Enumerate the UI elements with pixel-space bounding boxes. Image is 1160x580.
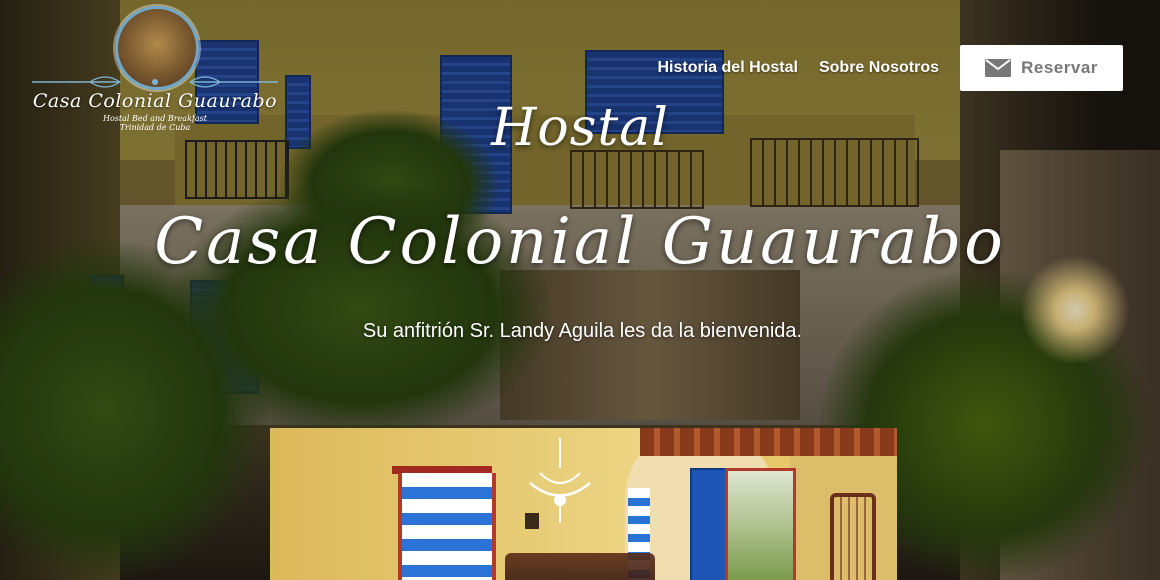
reserve-button[interactable]: Reservar xyxy=(960,45,1123,91)
room-ceiling-beams xyxy=(640,428,897,456)
room-photo xyxy=(270,428,897,580)
reserve-button-label: Reservar xyxy=(1021,58,1098,77)
hero-title-line-2: Casa Colonial Guaurabo xyxy=(154,205,1006,279)
hero-subtitle: Su anfitrión Sr. Landy Aguila les da la … xyxy=(362,320,803,342)
rocking-chair xyxy=(830,493,876,580)
hero-title-line-1: Hostal xyxy=(491,98,669,158)
doorway xyxy=(725,468,796,580)
nav-link-sobre-nosotros[interactable]: Sobre Nosotros xyxy=(819,59,939,77)
nav-link-historia[interactable]: Historia del Hostal xyxy=(658,59,798,77)
logo-flourish-icon xyxy=(32,76,278,88)
room-furniture xyxy=(505,553,655,580)
main-nav: Historia del Hostal Sobre Nosotros Reser… xyxy=(658,45,1123,91)
wall-picture xyxy=(525,513,539,529)
mail-icon xyxy=(985,59,1012,77)
room-curtain xyxy=(398,473,496,580)
blue-door xyxy=(690,468,728,580)
